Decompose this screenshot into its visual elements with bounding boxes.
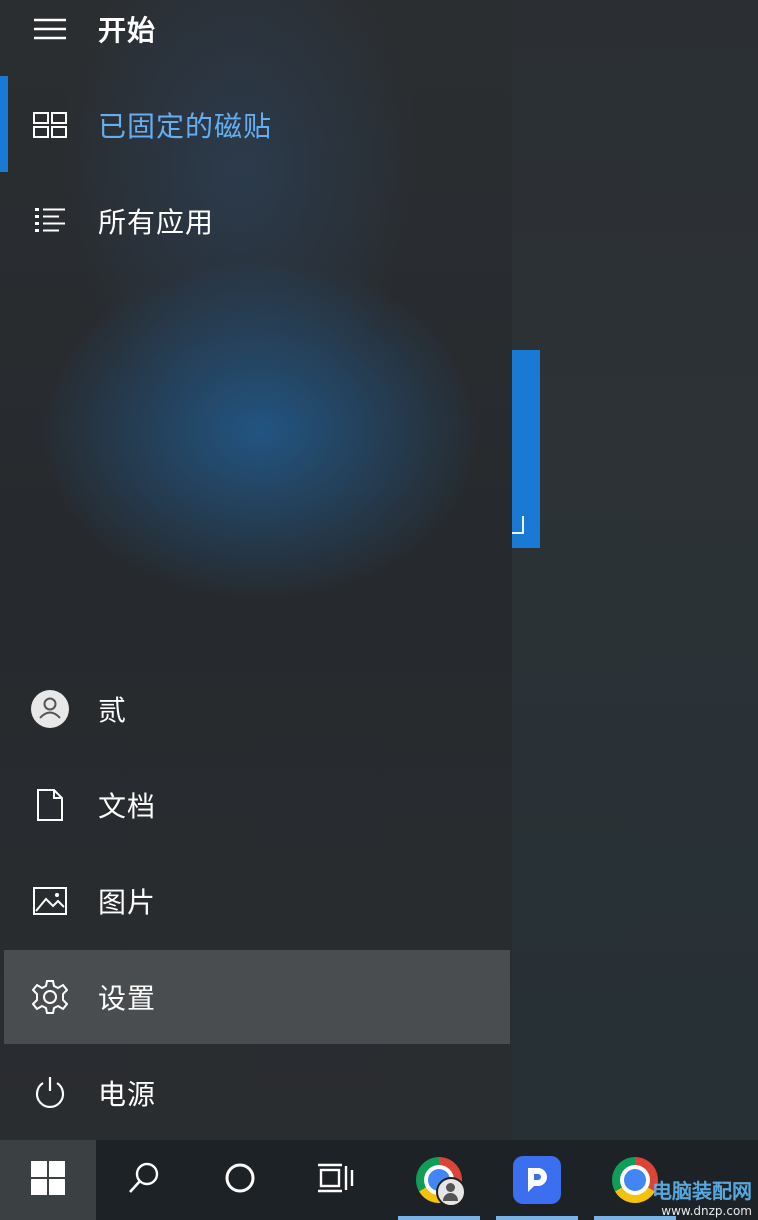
desktop-background — [512, 0, 758, 1140]
nav-item-label: 所有应用 — [98, 206, 215, 239]
gear-icon — [30, 977, 70, 1017]
running-indicator — [398, 1216, 480, 1220]
start-button[interactable] — [0, 1140, 96, 1220]
windows-logo-icon — [31, 1161, 65, 1199]
chrome-icon — [416, 1157, 466, 1207]
hamburger-menu-icon[interactable] — [30, 9, 70, 49]
taskbar: 电脑装配网 www.dnzp.com — [0, 1140, 758, 1220]
start-header[interactable]: 开始 — [0, 0, 512, 76]
running-indicator — [496, 1216, 578, 1220]
settings-item[interactable]: 设置 — [4, 950, 510, 1044]
watermark-url: www.dnzp.com — [661, 1204, 752, 1218]
start-title: 开始 — [98, 14, 157, 47]
search-button[interactable] — [96, 1140, 192, 1220]
pictures-icon — [30, 881, 70, 921]
search-icon — [127, 1161, 161, 1199]
start-menu-pane: 开始 已固定的磁贴 所有应用 贰 文档 图片 设置 电源 — [0, 0, 512, 1140]
nav-item-pinned-tiles[interactable]: 已固定的磁贴 — [0, 78, 512, 172]
profile-badge-icon — [436, 1177, 466, 1207]
pictures-label: 图片 — [98, 886, 157, 919]
document-icon — [30, 785, 70, 825]
nav-item-label: 已固定的磁贴 — [98, 110, 273, 143]
cortana-button[interactable] — [192, 1140, 288, 1220]
power-label: 电源 — [98, 1078, 157, 1111]
settings-label: 设置 — [98, 982, 157, 1015]
user-name: 贰 — [98, 694, 128, 727]
task-view-icon — [318, 1162, 354, 1198]
pictures-item[interactable]: 图片 — [0, 854, 512, 948]
pinned-tile-partial[interactable] — [506, 350, 540, 548]
watermark-title: 电脑装配网 — [652, 1179, 752, 1203]
watermark: 电脑装配网 www.dnzp.com — [652, 1175, 752, 1218]
chrome-taskbar-button[interactable] — [396, 1140, 482, 1220]
documents-label: 文档 — [98, 790, 157, 823]
user-avatar-icon — [30, 689, 70, 729]
nav-item-all-apps[interactable]: 所有应用 — [0, 174, 512, 268]
power-item[interactable]: 电源 — [0, 1046, 512, 1140]
r-app-taskbar-button[interactable] — [494, 1140, 580, 1220]
task-view-button[interactable] — [288, 1140, 384, 1220]
circle-icon — [224, 1162, 256, 1198]
documents-item[interactable]: 文档 — [0, 758, 512, 852]
list-icon — [30, 201, 70, 241]
user-account-item[interactable]: 贰 — [0, 662, 512, 756]
r-app-icon — [513, 1156, 561, 1204]
power-icon — [30, 1073, 70, 1113]
tiles-icon — [30, 105, 70, 145]
